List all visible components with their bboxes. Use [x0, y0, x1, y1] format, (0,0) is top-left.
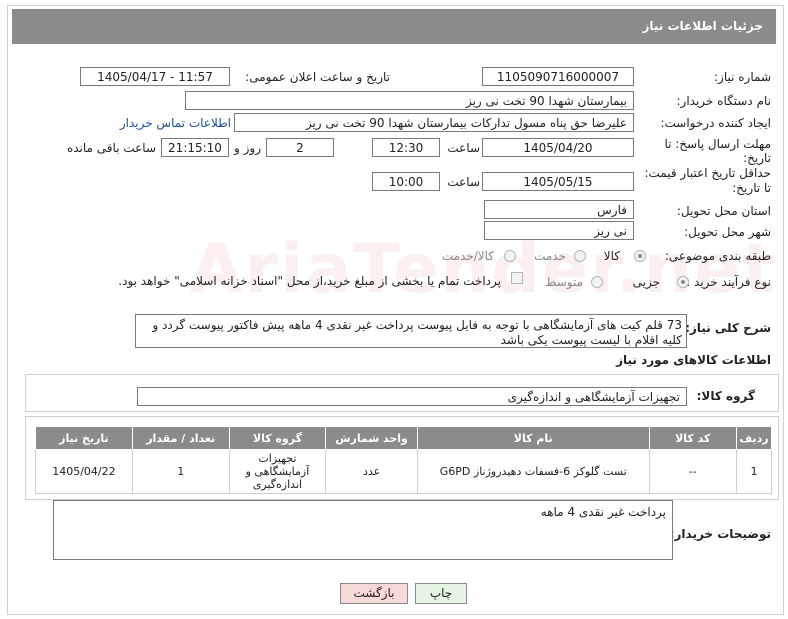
validity-label-1: حداقل تاریخ اعتبار قیمت:: [644, 166, 771, 180]
page-title: جزئیات اطلاعات نیاز: [642, 19, 763, 33]
deadline-date-field: 1405/04/20: [482, 138, 634, 157]
validity-date-field: 1405/05/15: [482, 172, 634, 191]
city-field: نی ریز: [484, 221, 634, 240]
payment-checkbox[interactable]: [511, 272, 523, 284]
validity-label-2: تا تاریخ:: [732, 181, 771, 195]
col-header-unit: واحد شمارش: [325, 426, 418, 450]
city-label: شهر محل تحویل:: [684, 225, 771, 239]
category-radio-service[interactable]: [574, 250, 586, 262]
days-label: روز و: [234, 141, 261, 155]
description-label: شرح کلی نیاز:: [685, 321, 771, 335]
cell-code: --: [648, 449, 738, 494]
col-header-qty: تعداد / مقدار: [131, 426, 230, 450]
need-number-label: شماره نیاز:: [714, 70, 771, 84]
days-field: 2: [266, 138, 334, 157]
cell-name: تست گلوکز 6-فسفات دهیدروژناز G6PD: [416, 449, 650, 494]
cell-group: تجهیزات آزمایشگاهی و اندازه‌گیری: [228, 449, 327, 494]
watermark: AriaTender.net: [190, 230, 777, 309]
col-header-name: نام کالا: [416, 426, 650, 450]
process-radio-medium[interactable]: [591, 276, 603, 288]
cell-unit: عدد: [325, 449, 418, 494]
category-option-goods: کالا: [603, 249, 620, 263]
announce-label: تاریخ و ساعت اعلان عمومی:: [245, 70, 390, 84]
description-textarea[interactable]: 73 قلم کیت های آزمایشگاهی با توجه به فای…: [135, 314, 687, 348]
cell-qty: 1: [131, 449, 230, 494]
deadline-time-label: ساعت: [447, 141, 480, 155]
payment-note: پرداخت تمام یا بخشی از مبلغ خرید،از محل …: [118, 274, 501, 288]
validity-time-label: ساعت: [447, 175, 480, 189]
process-option-minor: جزیی: [632, 275, 660, 289]
cell-row-no: 1: [736, 449, 772, 494]
deadline-label-1: مهلت ارسال پاسخ: تا: [664, 137, 771, 151]
buyer-org-label: نام دستگاه خریدار:: [676, 94, 772, 108]
buyer-org-field: بیمارستان شهدا 90 تخت نی ریز: [185, 91, 634, 110]
deadline-label-2: تاریخ:: [743, 151, 771, 165]
goods-info-title: اطلاعات کالاهای مورد نیاز: [616, 353, 771, 367]
category-radio-goods[interactable]: [634, 250, 646, 262]
remaining-time-label: ساعت باقی مانده: [66, 141, 156, 155]
province-label: استان محل تحویل:: [676, 204, 771, 218]
remaining-time-field: 21:15:10: [161, 138, 229, 157]
deadline-time-field: 12:30: [372, 138, 440, 157]
back-button[interactable]: بازگشت: [340, 583, 408, 604]
process-radio-minor[interactable]: [677, 276, 689, 288]
province-field: فارس: [484, 200, 634, 219]
table-row[interactable]: 1 -- تست گلوکز 6-فسفات دهیدروژناز G6PD ع…: [35, 449, 772, 494]
creator-label: ایجاد کننده درخواست:: [660, 116, 771, 130]
process-label: نوع فرآیند خرید :: [686, 275, 771, 289]
print-button[interactable]: چاپ: [415, 583, 467, 604]
category-option-service: خدمت: [534, 249, 566, 263]
goods-group-label: گروه کالا:: [696, 389, 755, 403]
goods-table: ردیف کد کالا نام کالا واحد شمارش گروه کا…: [35, 426, 772, 494]
announce-field: 1405/04/17 - 11:57: [80, 67, 230, 86]
cell-date: 1405/04/22: [35, 449, 133, 494]
col-header-date: تاریخ نیاز: [35, 426, 133, 450]
page-header: جزئیات اطلاعات نیاز: [12, 9, 776, 44]
col-header-code: کد کالا: [648, 426, 738, 450]
goods-group-field: تجهیزات آزمایشگاهی و اندازه‌گیری: [137, 387, 687, 406]
goods-table-header-row: ردیف کد کالا نام کالا واحد شمارش گروه کا…: [35, 426, 772, 450]
need-number-field: 1105090716000007: [482, 67, 634, 86]
category-label: طبقه بندی موضوعی:: [664, 249, 771, 263]
col-header-row-no: ردیف: [736, 426, 772, 450]
validity-time-field: 10:00: [372, 172, 440, 191]
buyer-notes-label: توضیحات خریدار:: [669, 527, 771, 541]
process-option-medium: متوسط: [545, 275, 583, 289]
category-radio-goods-service[interactable]: [504, 250, 516, 262]
col-header-group: گروه کالا: [228, 426, 327, 450]
buyer-notes-textarea[interactable]: پرداخت غیر نقدی 4 ماهه: [53, 500, 673, 560]
creator-field: علیرضا حق پناه مسول تدارکات بیمارستان شه…: [234, 113, 634, 132]
category-option-goods-service: کالا/خدمت: [441, 249, 494, 263]
contact-buyer-link[interactable]: اطلاعات تماس خریدار: [120, 116, 231, 130]
